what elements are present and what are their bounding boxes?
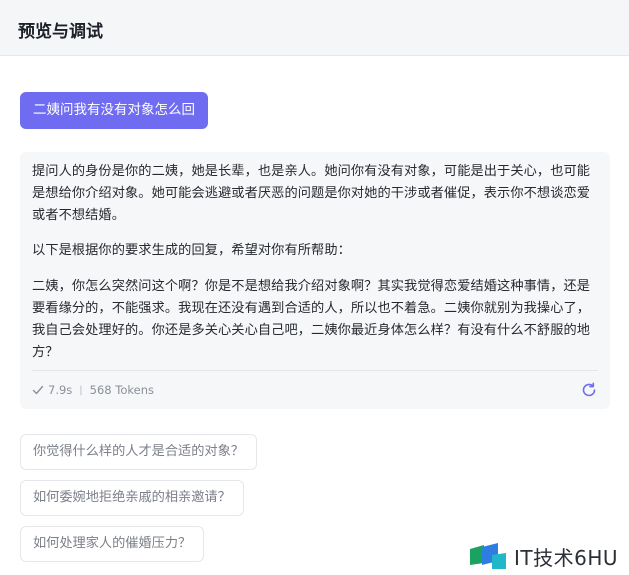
suggested-question[interactable]: 如何处理家人的催婚压力？: [20, 526, 205, 562]
page-title: 预览与调试: [18, 22, 103, 42]
user-message-bubble: 二姨问我有没有对象怎么回: [20, 92, 208, 129]
token-count: 568 Tokens: [89, 383, 154, 397]
suggested-question[interactable]: 如何委婉地拒绝亲戚的相亲邀请？: [20, 480, 244, 516]
answer-meta: 7.9s | 568 Tokens: [32, 380, 154, 400]
assistant-answer-card: 提问人的身份是你的二姨，她是长辈，也是亲人。她问你有没有对象，可能是出于关心，也…: [20, 152, 610, 409]
watermark-text: IT技术6HU: [514, 545, 619, 570]
refresh-icon[interactable]: [580, 381, 598, 399]
watermark: IT技术6HU: [468, 540, 618, 572]
answer-paragraph: 以下是根据你的要求生成的回复，希望对你有所帮助：: [32, 243, 351, 258]
divider: [32, 370, 598, 371]
header: 预览与调试: [0, 0, 629, 56]
answer-paragraph: 提问人的身份是你的二姨，她是长辈，也是亲人。她问你有没有对象，可能是出于关心，也…: [32, 164, 591, 223]
check-icon: [32, 385, 44, 395]
response-time: 7.9s: [48, 383, 73, 397]
watermark-logo-icon: [470, 543, 506, 569]
meta-separator: |: [79, 384, 83, 396]
answer-paragraph: 二姨，你怎么突然问这个啊？你是不是想给我介绍对象啊？其实我觉得恋爱结婚这种事情，…: [32, 279, 591, 360]
suggested-question[interactable]: 你觉得什么样的人才是合适的对象？: [20, 434, 257, 470]
